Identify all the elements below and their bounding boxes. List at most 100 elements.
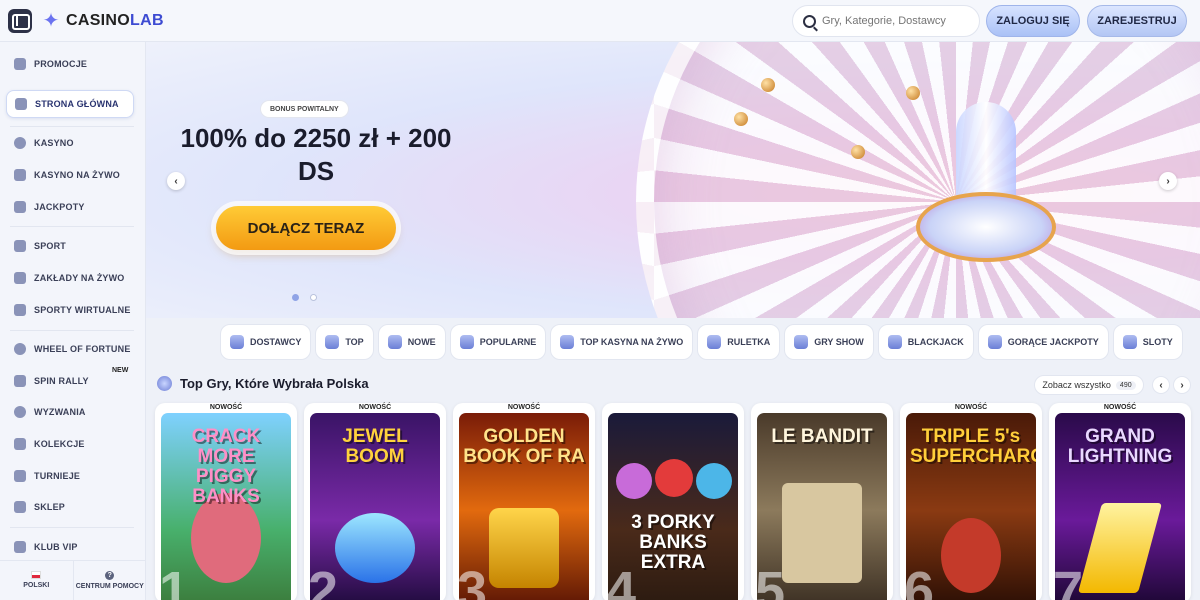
category-chip-hot-jackpots[interactable]: GORĄCE JACKPOTY	[977, 324, 1109, 360]
cup-icon	[14, 470, 26, 482]
game-thumbnail: GRAND LIGHTNING 7	[1055, 413, 1185, 600]
new-badge: NOWOŚĆ	[358, 404, 392, 411]
sidebar-toggle-icon[interactable]	[8, 9, 32, 33]
jackpot-icon	[987, 335, 1002, 349]
category-chip-providers[interactable]: DOSTAWCY	[220, 324, 312, 360]
category-chip-game-show[interactable]: GRY SHOW	[784, 324, 874, 360]
category-chip-slots[interactable]: SLOTY	[1112, 324, 1183, 360]
game-card[interactable]: 3 PORKY BANKS EXTRA 4	[602, 403, 744, 600]
hero-next-arrow-icon[interactable]: ›	[1159, 172, 1177, 190]
hero-title: 100% do 2250 zł + 200 DS	[180, 123, 452, 186]
sidebar-item-live-bets[interactable]: ZAKŁADY NA ŻYWO	[6, 264, 134, 292]
category-chip-roulette[interactable]: RULETKA	[697, 324, 781, 360]
sidebar-item-collections[interactable]: KOLEKCJE	[6, 430, 134, 458]
wheel-icon	[14, 343, 26, 355]
category-chip-new[interactable]: NOWE	[377, 324, 446, 360]
top-bar: ✦ CASINOLAB ZALOGUJ SIĘ ZAREJESTRUJ	[0, 0, 1200, 42]
sidebar-item-vip-club[interactable]: KLUB VIP	[6, 533, 134, 561]
sidebar-item-wheel-of-fortune[interactable]: WHEEL OF FORTUNE	[6, 335, 134, 363]
sidebar-item-tournaments[interactable]: TURNIEJE	[6, 462, 134, 490]
sidebar-item-virtual-sports[interactable]: SPORTY WIRTUALNE	[6, 296, 134, 324]
section-title: Top Gry, Które Wybrała Polska	[180, 376, 369, 391]
new-icon	[387, 335, 402, 349]
welcome-bonus-badge: BONUS POWITALNY	[260, 100, 349, 118]
game-card[interactable]: NOWOŚĆ JEWEL BOOM 2	[304, 403, 446, 600]
game-card[interactable]: NOWOŚĆ CRACK MORE PIGGY BANKS 1	[155, 403, 297, 600]
target-icon	[14, 406, 26, 418]
login-button[interactable]: ZALOGUJ SIĘ	[986, 5, 1080, 37]
category-chip-top-live[interactable]: TOP KASYNA NA ŻYWO	[550, 324, 694, 360]
roulette-knob-image	[761, 78, 775, 92]
game-thumbnail: JEWEL BOOM 2	[310, 413, 440, 600]
search-input[interactable]	[822, 15, 972, 27]
cards-icon	[887, 335, 902, 349]
category-chip-popular[interactable]: POPULARNE	[449, 324, 547, 360]
new-badge: NOWOŚĆ	[954, 404, 988, 411]
game-card[interactable]: LE BANDIT 5	[751, 403, 893, 600]
game-thumbnail: LE BANDIT 5	[757, 413, 887, 600]
game-thumbnail: 3 PORKY BANKS EXTRA 4	[608, 413, 738, 600]
language-selector[interactable]: POLSKI	[0, 561, 73, 600]
carousel-dot[interactable]	[310, 294, 317, 301]
roulette-icon	[707, 335, 722, 349]
slots-icon	[1122, 335, 1137, 349]
category-chip-blackjack[interactable]: BLACKJACK	[877, 324, 974, 360]
game-card[interactable]: NOWOŚĆ TRIPLE 5's SUPERCHARGED 6	[900, 403, 1042, 600]
search-box[interactable]	[792, 5, 980, 37]
games-prev-arrow-icon[interactable]: ‹	[1152, 376, 1170, 394]
help-center-link[interactable]: ? CENTRUM POMOCY	[72, 561, 147, 600]
star-icon	[459, 335, 474, 349]
logo-star-icon: ✦	[42, 10, 60, 32]
games-next-arrow-icon[interactable]: ›	[1173, 376, 1191, 394]
join-now-button[interactable]: DOŁĄCZ TERAZ	[216, 206, 396, 250]
divider	[10, 226, 134, 227]
sidebar-item-live-casino[interactable]: KASYNO NA ŻYWO	[6, 161, 134, 189]
sidebar-item-sport[interactable]: SPORT	[6, 232, 134, 260]
category-filters: DOSTAWCY TOP NOWE POPULARNE TOP KASYNA N…	[220, 324, 1183, 360]
cart-icon	[14, 501, 26, 513]
top-games-icon	[157, 376, 172, 391]
megaphone-icon	[14, 58, 26, 70]
sidebar-item-challenges[interactable]: WYZWANIA	[6, 398, 134, 426]
game-card[interactable]: NOWOŚĆ GOLDEN BOOK OF RA 3	[453, 403, 595, 600]
sidebar-footer: POLSKI ? CENTRUM POMOCY	[0, 560, 146, 600]
roulette-knob-image	[734, 112, 748, 126]
games-count: 490	[1115, 380, 1136, 390]
roulette-hub-image	[916, 192, 1056, 262]
new-badge: NOWOŚĆ	[1103, 404, 1137, 411]
hero-banner[interactable]: BONUS POWITALNY 100% do 2250 zł + 200 DS…	[146, 42, 1200, 318]
game-card[interactable]: NOWOŚĆ GRAND LIGHTNING 7	[1049, 403, 1191, 600]
divider	[10, 126, 134, 127]
sidebar: PROMOCJE STRONA GŁÓWNA KASYNO KASYNO NA …	[0, 42, 146, 600]
sidebar-item-jackpots[interactable]: JACKPOTY	[6, 193, 134, 221]
divider	[10, 527, 134, 528]
gear-icon	[325, 335, 340, 349]
play-icon	[14, 304, 26, 316]
new-badge: NEW	[112, 367, 129, 374]
hero-prev-arrow-icon[interactable]: ‹	[167, 172, 185, 190]
trophy-icon	[14, 240, 26, 252]
jackpot-icon	[14, 201, 26, 213]
flag-icon	[14, 375, 26, 387]
new-badge: NOWOŚĆ	[209, 404, 243, 411]
live-bet-icon	[14, 272, 26, 284]
sidebar-item-casino[interactable]: KASYNO	[6, 129, 134, 157]
sidebar-item-promotions[interactable]: PROMOCJE	[6, 50, 134, 78]
funnel-icon	[230, 335, 244, 349]
divider	[10, 330, 134, 331]
register-button[interactable]: ZAREJESTRUJ	[1087, 5, 1187, 37]
sidebar-item-home[interactable]: STRONA GŁÓWNA	[6, 90, 134, 118]
roulette-wheel-image	[636, 42, 1200, 318]
new-badge: NOWOŚĆ	[507, 404, 541, 411]
see-all-button[interactable]: Zobacz wszystko 490	[1034, 375, 1144, 395]
game-thumbnail: TRIPLE 5's SUPERCHARGED 6	[906, 413, 1036, 600]
game-thumbnail: GOLDEN BOOK OF RA 3	[459, 413, 589, 600]
crown-icon	[14, 541, 26, 553]
chip-icon	[14, 137, 26, 149]
show-icon	[794, 335, 809, 349]
sidebar-item-shop[interactable]: SKLEP	[6, 493, 134, 521]
home-icon	[15, 98, 27, 110]
logo[interactable]: ✦ CASINOLAB	[40, 10, 164, 32]
carousel-dot-active[interactable]	[292, 294, 299, 301]
category-chip-top[interactable]: TOP	[315, 324, 374, 360]
